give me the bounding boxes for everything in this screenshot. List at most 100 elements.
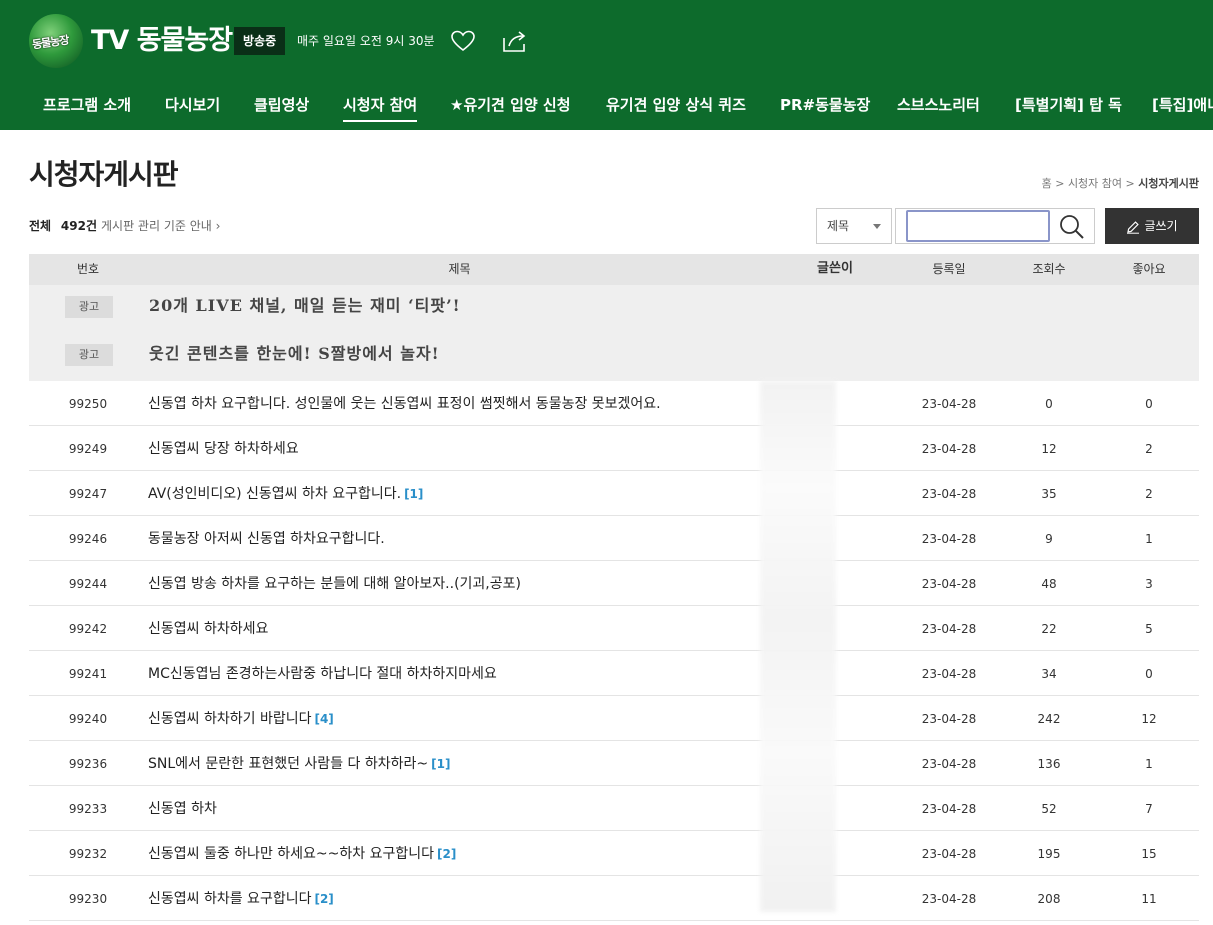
post-title[interactable]: 동물농장 아저씨 신동엽 하차요구합니다.	[148, 531, 385, 547]
board-table-header: 번호 제목 글쓴이 등록일 조회수 좋아요	[29, 254, 1199, 285]
post-title[interactable]: MC신동엽님 존경하는사람중 하납니다 절대 하차하지마세요	[148, 666, 497, 682]
program-logo[interactable]: 동물농장	[29, 14, 83, 68]
table-row[interactable]: 99233 신동엽 하차 23-04-28 52 7	[29, 786, 1199, 831]
post-title-cell[interactable]: 신동엽씨 하차하기 바랍니다 [4]	[148, 696, 334, 742]
post-views: 195	[1037, 847, 1061, 861]
table-row[interactable]: 99242 신동엽씨 하차하세요 23-04-28 22 5	[29, 606, 1199, 651]
search-icon[interactable]	[1058, 213, 1086, 241]
post-number: 99241	[68, 667, 108, 681]
post-number: 99244	[68, 577, 108, 591]
ad-text[interactable]: 20개 LIVE 채널, 매일 듣는 재미 ‘티팟’!	[149, 294, 461, 318]
ad-row[interactable]: 광고 20개 LIVE 채널, 매일 듣는 재미 ‘티팟’!	[29, 285, 1199, 333]
post-views: 242	[1037, 712, 1061, 726]
share-icon[interactable]	[502, 30, 528, 52]
post-title[interactable]: 신동엽씨 하차를 요구합니다	[148, 891, 311, 907]
table-row[interactable]: 99232 신동엽씨 둘중 하나만 하세요~~하차 요구합니다 [2] 23-04…	[29, 831, 1199, 876]
ad-row[interactable]: 광고 웃긴 콘텐츠를 한눈에! S짤방에서 놀자!	[29, 333, 1199, 381]
post-number: 99242	[68, 622, 108, 636]
ad-text[interactable]: 웃긴 콘텐츠를 한눈에! S짤방에서 놀자!	[149, 342, 440, 366]
table-row[interactable]: 99240 신동엽씨 하차하기 바랍니다 [4] 23-04-28 242 12	[29, 696, 1199, 741]
table-row[interactable]: 99249 신동엽씨 당장 하차하세요 23-04-28 12 2	[29, 426, 1199, 471]
post-title-cell[interactable]: 신동엽씨 하차를 요구합니다 [2]	[148, 876, 334, 922]
post-title-cell[interactable]: 신동엽 하차 요구합니다. 성인물에 웃는 신동엽씨 표정이 썸찟해서 동물농장…	[148, 381, 664, 427]
table-row[interactable]: 99250 신동엽 하차 요구합니다. 성인물에 웃는 신동엽씨 표정이 썸찟해…	[29, 381, 1199, 426]
post-number: 99232	[68, 847, 108, 861]
table-row[interactable]: 99247 AV(성인비디오) 신동엽씨 하차 요구합니다. [1] 23-04-…	[29, 471, 1199, 516]
post-date: 23-04-28	[921, 667, 977, 681]
post-title-cell[interactable]: AV(성인비디오) 신동엽씨 하차 요구합니다. [1]	[148, 471, 423, 517]
breadcrumb-viewer-participation[interactable]: 시청자 참여	[1068, 177, 1122, 190]
post-date: 23-04-28	[921, 577, 977, 591]
post-title[interactable]: 신동엽씨 당장 하차하세요	[148, 441, 299, 457]
board-guide-label: 게시판 관리 기준 안내	[101, 219, 212, 233]
post-title-cell[interactable]: 신동엽 방송 하차를 요구하는 분들에 대해 알아보자..(기괴,공포)	[148, 561, 524, 607]
nav-item-pr[interactable]: PR#동물농장	[780, 94, 870, 116]
post-title-cell[interactable]: 신동엽씨 둘중 하나만 하세요~~하차 요구합니다 [2]	[148, 831, 456, 877]
post-views: 0	[1045, 397, 1053, 411]
post-total: 전체 492건	[29, 219, 97, 233]
comment-count: [1]	[431, 757, 451, 771]
search-field-select[interactable]: 제목	[816, 208, 892, 244]
post-title[interactable]: AV(성인비디오) 신동엽씨 하차 요구합니다.	[148, 486, 401, 502]
post-likes: 12	[1141, 712, 1157, 726]
table-row[interactable]: 99241 MC신동엽님 존경하는사람중 하납니다 절대 하차하지마세요 23-…	[29, 651, 1199, 696]
post-number: 99249	[68, 442, 108, 456]
post-likes: 1	[1145, 757, 1153, 771]
program-title[interactable]: TV 동물농장	[91, 22, 233, 60]
nav-item-special[interactable]: [특집]애니	[1152, 94, 1213, 116]
search-input[interactable]	[906, 210, 1050, 242]
nav-item-program-intro[interactable]: 프로그램 소개	[43, 94, 131, 116]
post-views: 22	[1041, 622, 1057, 636]
post-views: 136	[1037, 757, 1061, 771]
write-button[interactable]: 글쓰기	[1105, 208, 1199, 244]
nav-item-adoption-quiz[interactable]: 유기견 입양 상식 퀴즈	[606, 94, 746, 116]
post-title[interactable]: 신동엽씨 둘중 하나만 하세요~~하차 요구합니다	[148, 846, 434, 862]
search-box	[895, 208, 1095, 244]
total-count: 492건	[60, 219, 98, 233]
table-row[interactable]: 99230 신동엽씨 하차를 요구합니다 [2] 23-04-28 208 11	[29, 876, 1199, 921]
total-label: 전체	[29, 219, 52, 233]
post-title[interactable]: SNL에서 문란한 표현했던 사람들 다 하차하라~	[148, 756, 428, 772]
post-title[interactable]: 신동엽씨 하차하기 바랍니다	[148, 711, 311, 727]
post-number: 99233	[68, 802, 108, 816]
table-row[interactable]: 99244 신동엽 방송 하차를 요구하는 분들에 대해 알아보자..(기괴,공…	[29, 561, 1199, 606]
nav-item-sbs-noriter[interactable]: 스브스노리터	[897, 94, 980, 116]
writer-column-blurred	[760, 381, 836, 912]
post-number: 99230	[68, 892, 108, 906]
post-title-cell[interactable]: 신동엽씨 하차하세요	[148, 606, 271, 652]
program-nav: 프로그램 소개 다시보기 클립영상 시청자 참여 ★유기견 입양 신청 유기견 …	[0, 84, 1213, 128]
col-header-date: 등록일	[932, 262, 966, 276]
post-title-cell[interactable]: SNL에서 문란한 표현했던 사람들 다 하차하라~ [1]	[148, 741, 450, 787]
post-title-cell[interactable]: 신동엽 하차	[148, 786, 220, 832]
post-views: 48	[1041, 577, 1057, 591]
post-title[interactable]: 신동엽씨 하차하세요	[148, 621, 268, 637]
post-number: 99236	[68, 757, 108, 771]
post-date: 23-04-28	[921, 847, 977, 861]
nav-item-adoption-apply[interactable]: ★유기견 입양 신청	[450, 94, 571, 116]
col-header-views: 조회수	[1032, 262, 1066, 276]
post-title-cell[interactable]: MC신동엽님 존경하는사람중 하납니다 절대 하차하지마세요	[148, 651, 500, 697]
nav-item-replay[interactable]: 다시보기	[165, 94, 220, 116]
breadcrumb: 홈 > 시청자 참여 > 시청자게시판	[1041, 177, 1199, 190]
post-title[interactable]: 신동엽 하차 요구합니다. 성인물에 웃는 신동엽씨 표정이 썸찟해서 동물농장…	[148, 396, 661, 412]
nav-item-clips[interactable]: 클립영상	[254, 94, 309, 116]
post-number: 99250	[68, 397, 108, 411]
logo-text: 동물농장	[31, 33, 70, 52]
ad-badge: 광고	[65, 296, 113, 318]
table-row[interactable]: 99246 동물농장 아저씨 신동엽 하차요구합니다. 23-04-28 9 1	[29, 516, 1199, 561]
post-views: 34	[1041, 667, 1057, 681]
post-number: 99240	[68, 712, 108, 726]
breadcrumb-home[interactable]: 홈	[1042, 177, 1052, 190]
post-title-cell[interactable]: 동물농장 아저씨 신동엽 하차요구합니다.	[148, 516, 388, 562]
post-date: 23-04-28	[921, 532, 977, 546]
nav-item-top-dog[interactable]: [특별기획] 탑 독	[1015, 94, 1122, 116]
write-label: 글쓰기	[1144, 219, 1178, 233]
post-title[interactable]: 신동엽 하차	[148, 801, 217, 817]
table-row[interactable]: 99236 SNL에서 문란한 표현했던 사람들 다 하차하라~ [1] 23-0…	[29, 741, 1199, 786]
post-date: 23-04-28	[921, 757, 977, 771]
board-guide-link[interactable]: 게시판 관리 기준 안내 ›	[101, 219, 220, 233]
nav-item-viewer-participation[interactable]: 시청자 참여	[343, 94, 418, 122]
heart-icon[interactable]	[451, 30, 475, 52]
post-title-cell[interactable]: 신동엽씨 당장 하차하세요	[148, 426, 302, 472]
post-title[interactable]: 신동엽 방송 하차를 요구하는 분들에 대해 알아보자..(기괴,공포)	[148, 576, 521, 592]
